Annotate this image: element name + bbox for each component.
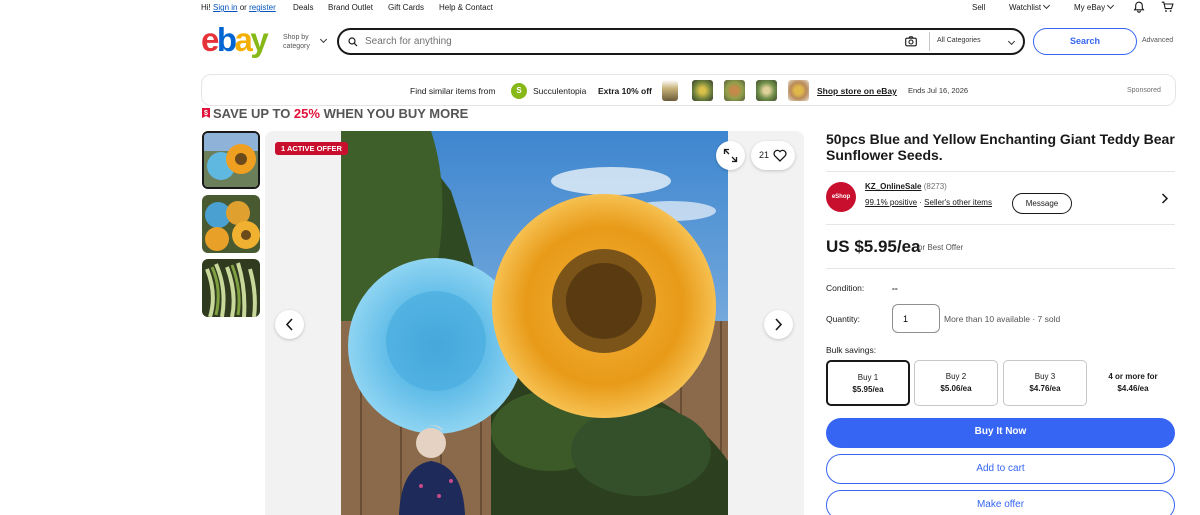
bulk-savings-label: Bulk savings: xyxy=(826,345,877,355)
bulk-option-buy-3[interactable]: Buy 3 $4.76/ea xyxy=(1003,360,1087,406)
sign-in-link[interactable]: Sign in xyxy=(213,3,237,12)
camera-icon[interactable] xyxy=(905,36,917,47)
register-link[interactable]: register xyxy=(249,3,276,12)
chevron-down-icon xyxy=(1043,1,1051,10)
chevron-right-icon[interactable] xyxy=(1161,193,1169,204)
store-name[interactable]: Succulentopia xyxy=(533,86,586,96)
search-input[interactable] xyxy=(365,34,885,49)
heart-icon xyxy=(773,149,787,162)
active-offer-badge: 1 ACTIVE OFFER xyxy=(275,142,348,155)
store-avatar: S xyxy=(511,83,527,99)
bulk-option-buy-2[interactable]: Buy 2 $5.06/ea xyxy=(914,360,998,406)
advanced-search-link[interactable]: Advanced xyxy=(1142,37,1173,44)
chevron-right-icon xyxy=(775,318,783,331)
condition-value: -- xyxy=(892,283,898,293)
top-navigation: Hi! Sign in or register Deals Brand Outl… xyxy=(0,0,1200,15)
divider xyxy=(826,268,1175,269)
condition-label: Condition: xyxy=(826,283,865,293)
make-offer-button[interactable]: Make offer xyxy=(826,490,1175,515)
search-icon xyxy=(348,37,358,47)
store-item-thumb[interactable] xyxy=(692,80,713,101)
seller-feedback-count: (8273) xyxy=(923,182,947,191)
previous-image-button[interactable] xyxy=(275,310,304,339)
greeting: Hi! Sign in or register xyxy=(201,3,276,12)
watch-count: 21 xyxy=(759,150,770,160)
ebay-logo[interactable]: ebay xyxy=(201,22,269,58)
buy-it-now-button[interactable]: Buy It Now xyxy=(826,418,1175,448)
shop-by-category[interactable]: Shop by category xyxy=(283,33,328,51)
seller-name-link[interactable]: KZ_OnlineSale xyxy=(865,182,921,191)
chevron-down-icon xyxy=(319,35,328,44)
watch-button[interactable]: 21 xyxy=(751,141,795,170)
best-offer-label: or Best Offer xyxy=(918,243,964,252)
store-item-thumb[interactable] xyxy=(788,80,809,101)
gift-cards-link[interactable]: Gift Cards xyxy=(388,3,424,12)
store-item-thumb[interactable] xyxy=(662,80,678,101)
store-item-thumb[interactable] xyxy=(756,80,777,101)
main-image-viewer: 1 ACTIVE OFFER 21 xyxy=(265,131,804,515)
add-to-cart-button[interactable]: Add to cart xyxy=(826,454,1175,484)
search-button[interactable]: Search xyxy=(1033,28,1137,55)
main-product-image xyxy=(341,131,728,515)
help-contact-link[interactable]: Help & Contact xyxy=(439,3,493,12)
thumbnail-image xyxy=(202,259,260,317)
seller-links: 99.1% positive · Seller's other items xyxy=(865,198,992,207)
item-price: US $5.95/ea xyxy=(826,237,921,256)
thumbnail-image xyxy=(202,195,260,253)
quantity-label: Quantity: xyxy=(826,314,861,324)
seller-info: KZ_OnlineSale (8273) xyxy=(865,182,947,191)
next-image-button[interactable] xyxy=(764,310,793,339)
store-discount: Extra 10% off xyxy=(598,86,652,96)
shop-store-link[interactable]: Shop store on eBay xyxy=(817,86,897,96)
bulk-option-buy-1[interactable]: Buy 1 $5.95/ea xyxy=(826,360,910,406)
category-select[interactable]: All Categories xyxy=(929,32,1021,51)
bulk-option-buy-4-plus[interactable]: 4 or more for $4.46/ea xyxy=(1091,360,1175,406)
seller-positive-link[interactable]: 99.1% positive xyxy=(865,198,917,207)
tag-icon: $ xyxy=(202,108,210,118)
divider xyxy=(826,171,1175,172)
brand-outlet-link[interactable]: Brand Outlet xyxy=(328,3,373,12)
seller-other-items-link[interactable]: Seller's other items xyxy=(924,198,992,207)
thumbnail-image xyxy=(204,133,258,187)
chevron-down-icon xyxy=(1007,37,1016,46)
expand-icon xyxy=(723,148,738,163)
gallery-thumbnail-1[interactable] xyxy=(202,131,260,189)
cart-icon[interactable] xyxy=(1161,1,1174,13)
message-seller-button[interactable]: Message xyxy=(1012,193,1072,214)
store-item-thumb[interactable] xyxy=(724,80,745,101)
sponsored-label: Sponsored xyxy=(1127,87,1161,94)
svg-text:$: $ xyxy=(204,110,208,117)
gallery-thumbnail-2[interactable] xyxy=(202,195,260,253)
seller-avatar[interactable]: eShop xyxy=(826,182,856,212)
expand-image-button[interactable] xyxy=(716,141,745,170)
availability-text: More than 10 available · 7 sold xyxy=(944,314,1061,324)
my-ebay-menu[interactable]: My eBay xyxy=(1074,1,1115,12)
quantity-input[interactable] xyxy=(892,304,940,333)
watchlist-menu[interactable]: Watchlist xyxy=(1009,1,1051,12)
deals-link[interactable]: Deals xyxy=(293,3,313,12)
item-title: 50pcs Blue and Yellow Enchanting Giant T… xyxy=(826,131,1175,163)
store-banner[interactable]: Find similar items from S Succulentopia … xyxy=(201,74,1176,106)
notification-bell-icon[interactable] xyxy=(1133,1,1145,13)
divider xyxy=(826,224,1175,225)
chevron-left-icon xyxy=(285,318,293,331)
find-similar-text: Find similar items from xyxy=(410,86,496,96)
gallery-thumbnail-3[interactable] xyxy=(202,259,260,317)
sell-link[interactable]: Sell xyxy=(972,3,985,12)
ends-date: Ends Jul 16, 2026 xyxy=(908,86,969,95)
search-bar: All Categories xyxy=(337,28,1025,55)
chevron-down-icon xyxy=(1107,1,1115,10)
bulk-promo-heading: $ SAVE UP TO 25% WHEN YOU BUY MORE xyxy=(201,106,468,121)
